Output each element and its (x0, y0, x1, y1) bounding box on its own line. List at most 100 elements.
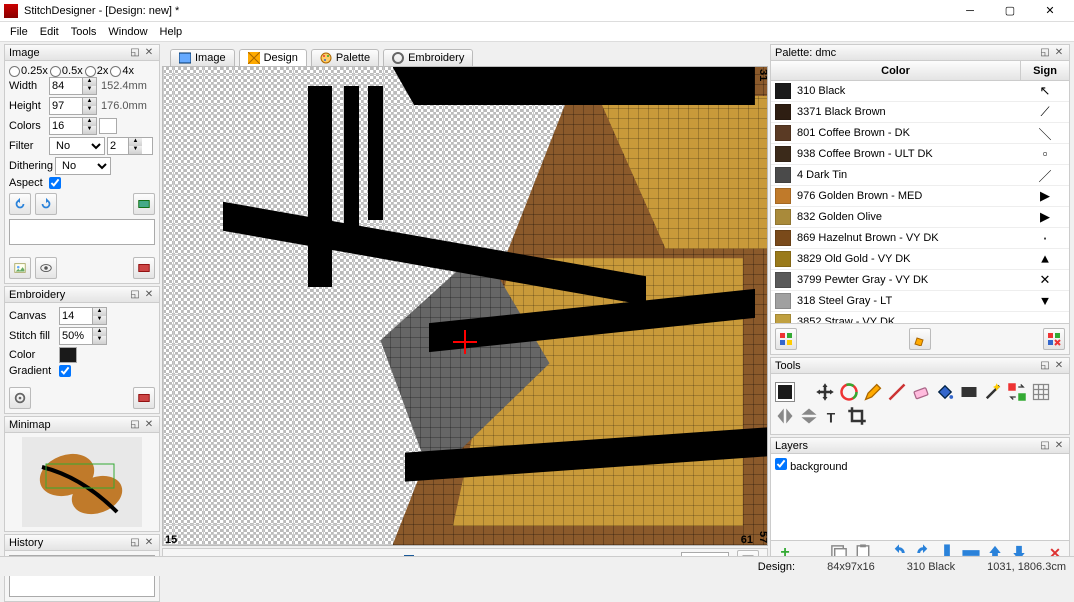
zoom-2x[interactable]: 2x (85, 65, 109, 77)
color-swatch[interactable] (59, 347, 77, 363)
palette-edit-button[interactable] (909, 328, 931, 350)
close-icon[interactable]: ✕ (143, 47, 155, 59)
palette-row[interactable]: 832 Golden Olive▶ (771, 207, 1069, 228)
menu-help[interactable]: Help (154, 26, 189, 38)
tab-palette[interactable]: Palette (311, 49, 379, 66)
zoom-05x[interactable]: 0.5x (50, 65, 83, 77)
tool-pencil[interactable] (863, 382, 883, 402)
tool-text[interactable]: T (823, 406, 843, 426)
layer-visible-checkbox[interactable] (775, 458, 787, 470)
menu-edit[interactable]: Edit (34, 26, 65, 38)
tab-design[interactable]: Design (239, 49, 307, 66)
rotate-right-button[interactable] (35, 193, 57, 215)
menu-file[interactable]: File (4, 26, 34, 38)
undock-icon[interactable]: ◱ (1039, 360, 1051, 372)
height-mm: 176.0mm (101, 100, 147, 112)
layer-item[interactable]: background (775, 461, 848, 473)
maximize-button[interactable]: ▢ (990, 1, 1030, 21)
height-spinner[interactable]: ▲▼ (49, 97, 97, 115)
close-button[interactable]: ✕ (1030, 1, 1070, 21)
minimize-button[interactable]: ─ (950, 1, 990, 21)
undock-icon[interactable]: ◱ (129, 419, 141, 431)
menu-window[interactable]: Window (102, 26, 153, 38)
tool-swatch[interactable] (775, 382, 795, 402)
design-canvas[interactable]: 15 31 57 61 (162, 66, 768, 546)
close-icon[interactable]: ✕ (143, 537, 155, 549)
palette-row[interactable]: 938 Coffee Brown - ULT DK▫ (771, 144, 1069, 165)
palette-row[interactable]: 4 Dark Tin／ (771, 165, 1069, 186)
tool-crop[interactable] (847, 406, 867, 426)
palette-col-color[interactable]: Color (771, 61, 1021, 80)
ruler-bl2: 61 (741, 534, 753, 546)
aspect-label: Aspect (9, 177, 47, 189)
zoom-025x[interactable]: 0.25x (9, 65, 48, 77)
tab-embroidery[interactable]: Embroidery (383, 49, 473, 66)
palette-row[interactable]: 801 Coffee Brown - DK＼ (771, 123, 1069, 144)
palette-row[interactable]: 976 Golden Brown - MED▶ (771, 186, 1069, 207)
palette-delete-button[interactable] (1043, 328, 1065, 350)
rotate-left-button[interactable] (9, 193, 31, 215)
palette-row[interactable]: 3829 Old Gold - VY DK▲ (771, 249, 1069, 270)
palette-swatch (775, 209, 791, 225)
close-icon[interactable]: ✕ (143, 289, 155, 301)
undock-icon[interactable]: ◱ (1039, 47, 1051, 59)
close-icon[interactable]: ✕ (1053, 440, 1065, 452)
tool-line[interactable] (887, 382, 907, 402)
palette-col-sign[interactable]: Sign (1021, 61, 1069, 80)
tool-replace-color[interactable] (1007, 382, 1027, 402)
undock-icon[interactable]: ◱ (129, 47, 141, 59)
tab-image[interactable]: Image (170, 49, 235, 66)
palette-row[interactable]: 869 Hazelnut Brown - VY DK· (771, 228, 1069, 249)
filter-select[interactable]: No (49, 137, 105, 155)
minimap-canvas[interactable] (22, 437, 142, 527)
menu-tools[interactable]: Tools (65, 26, 103, 38)
tool-grid[interactable] (1031, 382, 1051, 402)
stitchfill-spinner[interactable]: ▲▼ (59, 327, 107, 345)
width-label: Width (9, 80, 47, 92)
gear-button[interactable] (9, 387, 31, 409)
palette-name: 318 Steel Gray - LT (797, 295, 1025, 307)
close-icon[interactable]: ✕ (1053, 360, 1065, 372)
apply-button[interactable] (133, 193, 155, 215)
palette-row[interactable]: 3799 Pewter Gray - VY DK✕ (771, 270, 1069, 291)
titlebar: StitchDesigner - [Design: new] * ─ ▢ ✕ (0, 0, 1074, 22)
tool-move[interactable] (815, 382, 835, 402)
preview-button[interactable] (35, 257, 57, 279)
layers-list[interactable]: background (771, 454, 1069, 540)
width-mm: 152.4mm (101, 80, 147, 92)
tool-fill[interactable] (935, 382, 955, 402)
palette-swatch (775, 125, 791, 141)
palette-row[interactable]: 3371 Black Brown⟋ (771, 102, 1069, 123)
undock-icon[interactable]: ◱ (129, 537, 141, 549)
gradient-checkbox[interactable] (59, 365, 71, 377)
tool-flip-h[interactable] (775, 406, 795, 426)
tool-flip-v[interactable] (799, 406, 819, 426)
dithering-select[interactable]: No (55, 157, 111, 175)
canvas-spinner[interactable]: ▲▼ (59, 307, 107, 325)
tool-eraser[interactable] (911, 382, 931, 402)
palette-row[interactable]: 318 Steel Gray - LT▼ (771, 291, 1069, 312)
palette-sign: ↖ (1025, 84, 1065, 99)
palette-row[interactable]: 310 Black↖ (771, 81, 1069, 102)
close-icon[interactable]: ✕ (1053, 47, 1065, 59)
undock-icon[interactable]: ◱ (1039, 440, 1051, 452)
aspect-checkbox[interactable] (49, 177, 61, 189)
palette-sign: ⟋ (1025, 105, 1065, 120)
colors-swatch[interactable] (99, 118, 117, 134)
palette-add-button[interactable] (775, 328, 797, 350)
tool-magic[interactable] (983, 382, 1003, 402)
close-icon[interactable]: ✕ (143, 419, 155, 431)
tool-color-ring[interactable] (839, 382, 859, 402)
zoom-4x[interactable]: 4x (110, 65, 134, 77)
image-notes[interactable] (9, 219, 155, 245)
open-image-button[interactable] (9, 257, 31, 279)
colors-spinner[interactable]: ▲▼ (49, 117, 97, 135)
export-image-button[interactable] (133, 257, 155, 279)
width-spinner[interactable]: ▲▼ (49, 77, 97, 95)
filter-num-spinner[interactable]: ▲▼ (107, 137, 153, 155)
export-embroidery-button[interactable] (133, 387, 155, 409)
tool-rect[interactable] (959, 382, 979, 402)
panel-image-title: Image (9, 47, 40, 59)
undock-icon[interactable]: ◱ (129, 289, 141, 301)
palette-row[interactable]: 3852 Straw - VY DK (771, 312, 1069, 323)
